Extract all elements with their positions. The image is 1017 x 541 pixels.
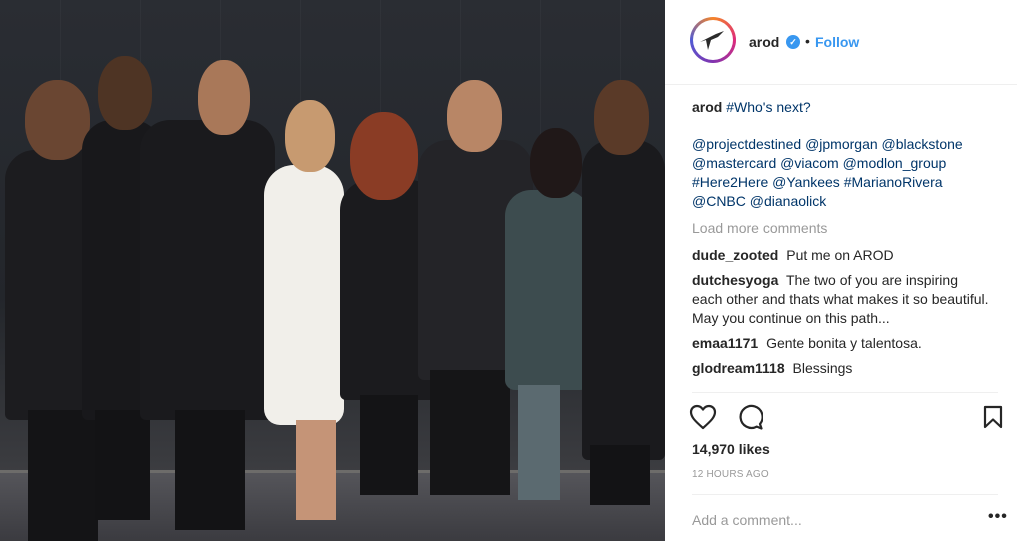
comment-item: dude_zooted Put me on AROD [692, 246, 992, 265]
post-photo[interactable] [0, 0, 665, 541]
mention-link[interactable]: @jpmorgan [805, 136, 878, 152]
comment-text: Put me on AROD [786, 247, 894, 263]
avatar[interactable] [690, 17, 736, 63]
comment-icon[interactable] [737, 404, 763, 430]
hashtag-link[interactable]: #Here2Here [692, 174, 768, 190]
verified-badge-icon: ✓ [786, 35, 800, 49]
comment-item: dutchesyoga The two of you are inspiring… [692, 271, 992, 328]
load-more-comments-button[interactable]: Load more comments [692, 219, 992, 238]
comment-username[interactable]: dude_zooted [692, 247, 778, 263]
mention-link[interactable]: @viacom [780, 155, 839, 171]
comment-username[interactable]: glodream1118 [692, 360, 785, 376]
heart-icon[interactable] [689, 404, 717, 430]
post-timestamp[interactable]: 12 HOURS AGO [692, 469, 769, 480]
caption-hashtag[interactable]: #Who's next? [726, 99, 810, 115]
comment-item: emaa1171 Gente bonita y talentosa. [692, 334, 992, 353]
comment-username[interactable]: emaa1171 [692, 335, 758, 351]
arod-logo-icon [700, 31, 724, 50]
bookmark-icon[interactable] [983, 405, 1003, 429]
add-comment-input[interactable]: Add a comment... [692, 512, 802, 528]
separator-dot: • [805, 33, 810, 49]
caption: arod #Who's next? [692, 98, 992, 117]
mention-link[interactable]: @dianaolick [750, 193, 826, 209]
hashtag-link[interactable]: #MarianoRivera [844, 174, 943, 190]
comment-username[interactable]: dutchesyoga [692, 272, 778, 288]
header-username[interactable]: arod [749, 34, 779, 50]
comment-text: Gente bonita y talentosa. [766, 335, 922, 351]
mention-link[interactable]: @modlon_group [843, 155, 947, 171]
add-comment-divider [692, 494, 998, 495]
follow-button[interactable]: Follow [815, 34, 859, 50]
comment-text: Blessings [792, 360, 853, 376]
comment-item: glodream1118 Blessings [692, 359, 992, 378]
mention-link[interactable]: @CNBC [692, 193, 746, 209]
caption-username[interactable]: arod [692, 99, 722, 115]
post-sidebar: arod ✓ • Follow arod #Who's next? @proje… [665, 0, 1017, 541]
mention-link[interactable]: @Yankees [772, 174, 840, 190]
more-options-button[interactable]: ••• [988, 508, 1008, 526]
post-header: arod ✓ • Follow [665, 0, 1017, 85]
caption-mentions: @projectdestined @jpmorgan @blackstone @… [692, 135, 992, 211]
mention-link[interactable]: @mastercard [692, 155, 776, 171]
comments-section: arod #Who's next? @projectdestined @jpmo… [692, 98, 992, 384]
mention-link[interactable]: @blackstone [882, 136, 963, 152]
likes-count[interactable]: 14,970 likes [692, 441, 770, 457]
actions-divider [692, 392, 998, 395]
mention-link[interactable]: @projectdestined [692, 136, 801, 152]
